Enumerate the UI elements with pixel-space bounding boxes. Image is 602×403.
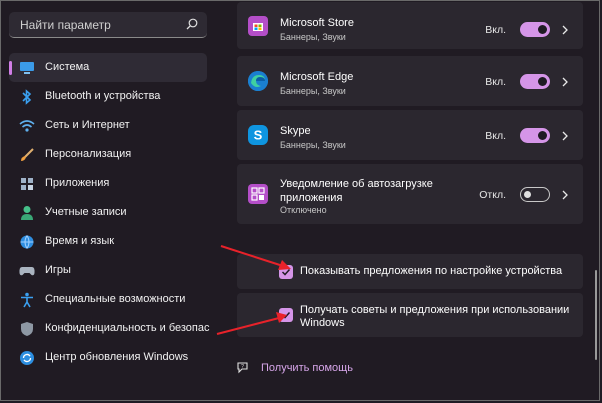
chevron-right-icon[interactable] xyxy=(561,25,569,35)
microsoft-edge-icon xyxy=(248,71,268,91)
search-box[interactable] xyxy=(9,12,207,38)
toggle-state-label: Вкл. xyxy=(485,24,506,36)
app-row-startup-notification[interactable]: Уведомление об автозагрузке приложения О… xyxy=(237,164,583,224)
microsoft-store-icon xyxy=(248,16,268,36)
svg-text:S: S xyxy=(254,128,263,143)
app-row-microsoft-store[interactable]: Microsoft Store Баннеры, Звуки Вкл. xyxy=(237,2,583,49)
sidebar-item-bluetooth[interactable]: Bluetooth и устройства xyxy=(9,82,207,111)
help-link-label: Получить помощь xyxy=(261,362,353,374)
brush-icon xyxy=(19,147,35,163)
app-name: Уведомление об автозагрузке приложения xyxy=(280,178,433,204)
sidebar-item-windows-update[interactable]: Центр обновления Windows xyxy=(9,343,207,372)
notification-toggle[interactable] xyxy=(520,22,550,37)
help-icon: ? xyxy=(237,362,248,374)
checkbox-label: Получать советы и предложения при исполь… xyxy=(300,304,570,329)
sidebar-item-label: Специальные возможности xyxy=(45,293,186,305)
bluetooth-icon xyxy=(19,89,35,105)
sidebar-item-label: Центр обновления Windows xyxy=(45,351,189,363)
sidebar-item-label: Bluetooth и устройства xyxy=(45,90,161,102)
time-language-icon xyxy=(19,234,35,250)
sidebar-item-gaming[interactable]: Игры xyxy=(9,256,207,285)
sidebar-nav: Система Bluetooth и устройства Сеть и Ин… xyxy=(9,53,210,372)
svg-text:?: ? xyxy=(241,364,244,370)
annotation-arrow-icon xyxy=(220,245,291,270)
sidebar-item-label: Время и язык xyxy=(45,235,115,247)
notification-toggle[interactable] xyxy=(520,74,550,89)
app-name: Microsoft Edge xyxy=(280,71,354,83)
accessibility-icon xyxy=(19,292,35,308)
sidebar-item-personalization[interactable]: Персонализация xyxy=(9,140,207,169)
app-subtitle: Баннеры, Звуки xyxy=(280,140,346,150)
sidebar-item-privacy[interactable]: Конфиденциальность и безопас xyxy=(9,314,210,343)
notification-toggle[interactable] xyxy=(520,128,550,143)
sidebar-item-time-language[interactable]: Время и язык xyxy=(9,227,207,256)
notification-toggle[interactable] xyxy=(520,187,550,202)
sidebar-item-label: Сеть и Интернет xyxy=(45,119,130,131)
sidebar-item-label: Учетные записи xyxy=(45,206,127,218)
app-row-microsoft-edge[interactable]: Microsoft Edge Баннеры, Звуки Вкл. xyxy=(237,56,583,106)
app-subtitle: Отключено xyxy=(280,205,327,215)
sidebar-item-apps[interactable]: Приложения xyxy=(9,169,207,198)
sidebar-item-label: Конфиденциальность и безопас xyxy=(45,322,210,334)
scrollbar[interactable] xyxy=(595,270,597,360)
chevron-right-icon[interactable] xyxy=(561,77,569,87)
toggle-state-label: Вкл. xyxy=(485,130,506,142)
app-name: Microsoft Store xyxy=(280,17,354,29)
sidebar-item-accounts[interactable]: Учетные записи xyxy=(9,198,207,227)
search-icon xyxy=(186,18,198,30)
annotation-arrow-icon xyxy=(216,312,287,335)
get-help-link[interactable]: ? Получить помощь xyxy=(237,360,377,378)
app-subtitle: Баннеры, Звуки xyxy=(280,86,346,96)
startup-apps-icon xyxy=(248,184,268,204)
toggle-state-label: Откл. xyxy=(479,189,506,201)
apps-icon xyxy=(19,176,35,192)
app-name: Skype xyxy=(280,125,311,137)
sidebar-item-label: Игры xyxy=(45,264,71,276)
sidebar-item-label: Персонализация xyxy=(45,148,132,160)
app-row-skype[interactable]: S Skype Баннеры, Звуки Вкл. xyxy=(237,110,583,160)
windows-update-icon xyxy=(19,350,35,366)
sidebar-item-accessibility[interactable]: Специальные возможности xyxy=(9,285,207,314)
gaming-icon xyxy=(19,263,35,279)
sidebar-item-label: Система xyxy=(45,61,90,73)
privacy-shield-icon xyxy=(19,321,35,337)
skype-icon: S xyxy=(248,125,268,145)
wifi-icon xyxy=(19,118,35,134)
sidebar-item-label: Приложения xyxy=(45,177,110,189)
chevron-right-icon[interactable] xyxy=(561,190,569,200)
toggle-state-label: Вкл. xyxy=(485,76,506,88)
search-input[interactable] xyxy=(20,16,180,34)
checkbox-label: Показывать предложения по настройке устр… xyxy=(300,265,563,277)
sidebar-item-network[interactable]: Сеть и Интернет xyxy=(9,111,207,140)
accounts-icon xyxy=(19,205,35,221)
system-icon xyxy=(19,60,35,76)
chevron-right-icon[interactable] xyxy=(561,131,569,141)
app-subtitle: Баннеры, Звуки xyxy=(280,32,346,42)
sidebar-item-system[interactable]: Система xyxy=(9,53,207,82)
